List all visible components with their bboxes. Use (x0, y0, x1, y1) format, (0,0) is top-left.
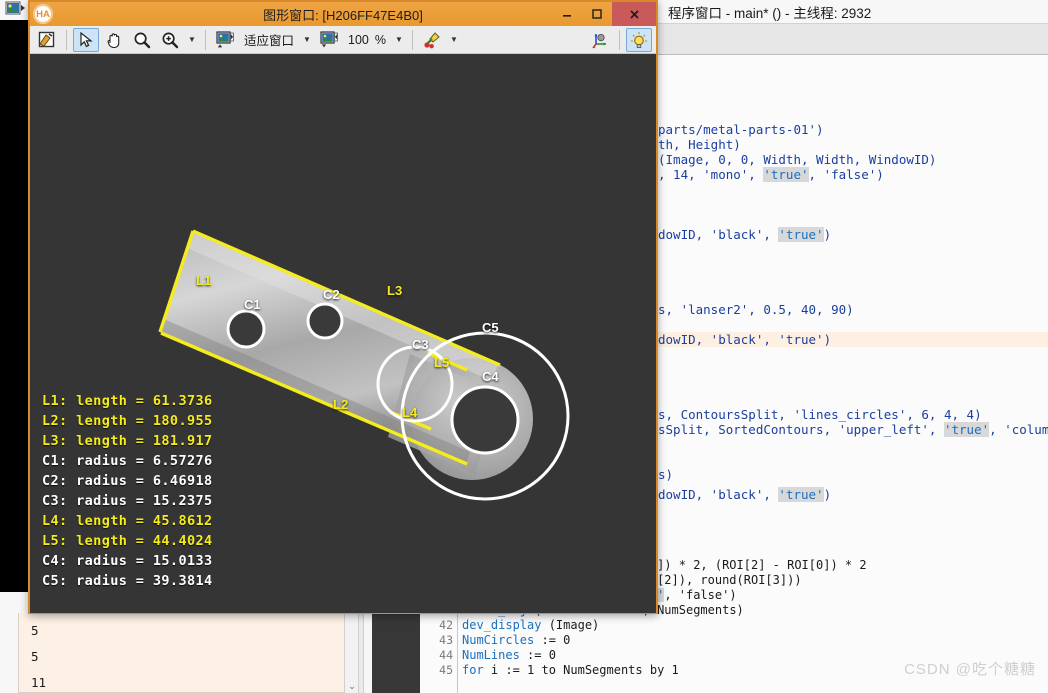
arrow-cursor-icon (80, 31, 93, 47)
program-window-title: 程序窗口 - main* () - 主线程: 2932 (658, 0, 1048, 24)
zoom-in-button[interactable] (157, 28, 183, 52)
color-picker-button[interactable] (419, 28, 445, 52)
color-picker-caret[interactable]: ▼ (447, 28, 461, 52)
watch-value: 5 (31, 623, 39, 638)
code-line: th, Height) (658, 137, 741, 152)
paint-brush-icon (424, 31, 440, 48)
measurement-row: L1: length = 61.3736 (42, 393, 213, 409)
watch-value: 11 (31, 675, 47, 690)
code-line: s, ContoursSplit, 'lines_circles', 6, 4,… (658, 407, 982, 422)
variable-watch-panel[interactable]: 5 5 11 (18, 613, 358, 693)
chevron-down-icon[interactable]: ⌄ (347, 681, 357, 691)
image-display-icon[interactable] (5, 1, 27, 19)
code-line: dowID, 'black', 'true') (658, 487, 832, 502)
line-number: 42 (439, 618, 453, 632)
measurement-row: C5: radius = 39.3814 (42, 573, 213, 589)
fit-mode-caret[interactable]: ▼ (300, 28, 314, 52)
image-canvas[interactable]: L1 L2 L3 L4 L5 C1 C2 C3 C4 C5 L1: length… (30, 54, 656, 613)
measurement-row: L2: length = 180.955 (42, 413, 213, 429)
measurement-row: L5: length = 44.4024 (42, 533, 213, 549)
graphics-window-toolbar[interactable]: ▼ 适应窗口 ▼ 100 % ▼ ▼ (30, 26, 656, 54)
window-controls (552, 2, 656, 26)
label-l4: L4 (402, 405, 418, 420)
search-icon (134, 32, 151, 48)
maximize-icon (592, 9, 602, 19)
pan-hand-button[interactable] (101, 28, 127, 52)
label-c1: C1 (244, 297, 261, 312)
magnifier-button[interactable] (129, 28, 155, 52)
toolbar-separator (66, 29, 67, 50)
code-line: s) (658, 467, 674, 482)
label-l1: L1 (196, 273, 212, 288)
code-line: NumLines := 0 (462, 648, 556, 662)
axes-icon (592, 33, 606, 48)
graphics-window-titlebar[interactable]: HA 图形窗口: [H206FF47E4B0] (30, 2, 656, 26)
zoom-in-icon (162, 32, 179, 48)
edit-pencil-icon (38, 31, 55, 47)
zoom-value-label: 100 (348, 32, 369, 47)
label-c3: C3 (412, 337, 429, 352)
zoom-level-icon (320, 30, 338, 47)
lower-dark-strip (372, 613, 420, 693)
measurement-row: L3: length = 181.917 (42, 433, 213, 449)
graphics-window[interactable]: HA 图形窗口: [H206FF47E4B0] ▼ 适应窗口 ▼ 100 % ▼… (28, 0, 658, 614)
fit-mode-label: 适应窗口 (244, 34, 295, 48)
toolbar-separator-4 (619, 29, 620, 50)
line-number: 44 (439, 648, 453, 662)
image-overlay-graphics (158, 229, 570, 501)
zoom-dropdown-caret[interactable]: ▼ (185, 28, 199, 52)
close-button[interactable] (612, 2, 656, 26)
code-line: , 14, 'mono', 'true', 'false') (658, 167, 884, 182)
measurement-row: C1: radius = 6.57276 (42, 453, 213, 469)
code-line: dowID, 'black', 'true') (658, 332, 1048, 347)
measurement-row: L4: length = 45.8612 (42, 513, 213, 529)
code-line: dev_display (Image) (462, 618, 600, 632)
code-line-number-gutter: 4142434445 (420, 603, 458, 693)
label-c5: C5 (482, 320, 499, 335)
toolbar-separator-3 (412, 29, 413, 50)
hand-icon (107, 32, 120, 48)
label-l2: L2 (333, 397, 349, 412)
program-window-toolstrip (658, 24, 1048, 55)
toolbar-separator-2 (205, 29, 206, 50)
select-arrow-button[interactable] (73, 27, 99, 52)
fit-window-button[interactable] (212, 28, 238, 52)
line-number: 45 (439, 663, 453, 677)
csdn-watermark: CSDN @吃个糖糖 (904, 661, 1036, 678)
line-number: 43 (439, 633, 453, 647)
panel-splitter-grip[interactable] (358, 613, 364, 693)
measurement-row: C3: radius = 15.2375 (42, 493, 213, 509)
fit-window-icon (216, 30, 234, 47)
label-c4: C4 (482, 369, 499, 384)
code-line: s, 'lanser2', 0.5, 40, 90) (658, 302, 854, 317)
minimize-icon (563, 15, 571, 17)
lighting-button[interactable] (626, 27, 652, 52)
watch-scrollbar[interactable]: ⌄ (344, 613, 358, 693)
label-l5: L5 (434, 355, 450, 370)
code-line: (Image, 0, 0, Width, Width, WindowID) (658, 152, 937, 167)
coordinate-axes-button[interactable] (587, 28, 613, 52)
label-c2: C2 (323, 287, 340, 302)
measurement-row: C4: radius = 15.0133 (42, 553, 213, 569)
code-line: for i := 1 to NumSegments by 1 (462, 663, 679, 677)
code-line: parts/metal-parts-01') (658, 122, 824, 137)
edit-tool-button[interactable] (34, 28, 60, 52)
label-l3: L3 (387, 283, 403, 298)
zoom-unit-label: % (374, 32, 386, 47)
screen-root: 程序窗口 - main* () - 主线程: 2932 parts/metal-… (0, 0, 1048, 693)
measurement-row: C2: radius = 6.46918 (42, 473, 213, 489)
code-line: sSplit, SortedContours, 'upper_left', 't… (658, 422, 1048, 437)
minimize-button[interactable] (552, 2, 582, 26)
maximize-button[interactable] (582, 2, 612, 26)
code-line: dowID, 'black', 'true') (658, 227, 832, 242)
watch-value: 5 (31, 649, 39, 664)
halcon-logo-icon: HA (33, 4, 53, 24)
zoom-value-caret[interactable]: ▼ (392, 28, 406, 52)
close-icon (629, 9, 639, 19)
lightbulb-icon (631, 31, 647, 48)
zoom-level-button[interactable] (316, 28, 342, 52)
code-line: NumCircles := 0 (462, 633, 571, 647)
